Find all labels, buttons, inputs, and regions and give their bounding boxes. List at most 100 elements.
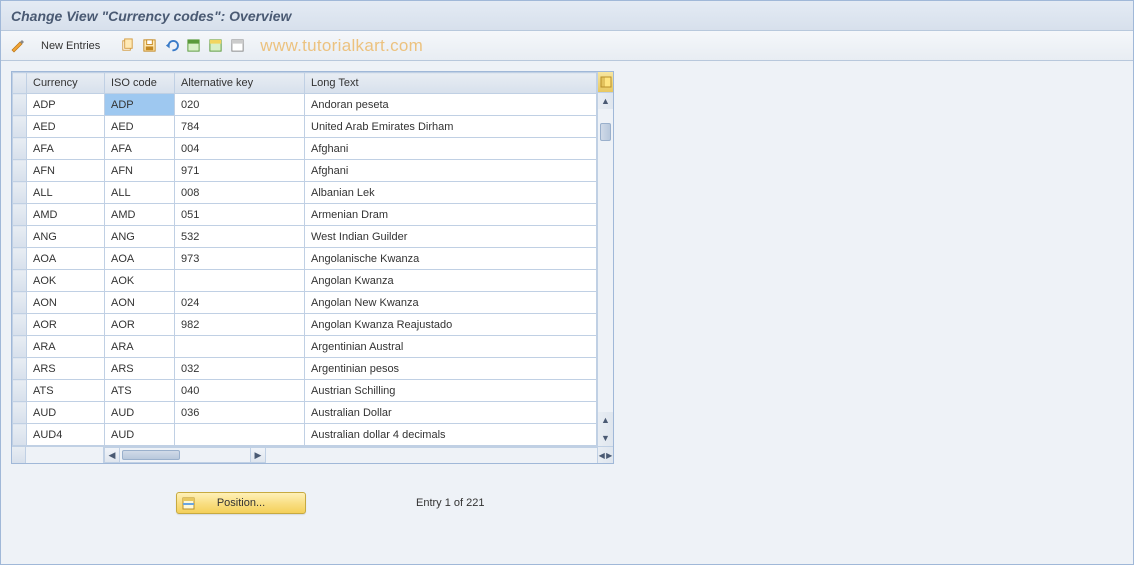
row-selector[interactable] bbox=[13, 292, 27, 314]
vscroll-down-icon[interactable]: ▼ bbox=[598, 430, 613, 446]
cell-iso[interactable]: AFN bbox=[105, 160, 175, 182]
cell-currency[interactable]: ARS bbox=[27, 358, 105, 380]
cell-long[interactable]: Argentinian pesos bbox=[305, 358, 597, 380]
vscroll-thumb[interactable] bbox=[600, 123, 611, 141]
cell-long[interactable]: Angolan Kwanza bbox=[305, 270, 597, 292]
col-iso[interactable]: ISO code bbox=[105, 73, 175, 94]
cell-iso[interactable]: AUD bbox=[105, 424, 175, 446]
cell-iso[interactable]: AFA bbox=[105, 138, 175, 160]
row-selector-header[interactable] bbox=[13, 73, 27, 94]
cell-currency[interactable]: ALL bbox=[27, 182, 105, 204]
cell-iso[interactable]: AUD bbox=[105, 402, 175, 424]
cell-alt[interactable] bbox=[175, 270, 305, 292]
cell-alt[interactable]: 532 bbox=[175, 226, 305, 248]
col-long[interactable]: Long Text bbox=[305, 73, 597, 94]
hscroll-track[interactable] bbox=[120, 447, 250, 463]
toggle-display-icon[interactable] bbox=[9, 37, 27, 55]
table-row[interactable]: ALLALL008Albanian Lek bbox=[13, 182, 597, 204]
select-all-icon[interactable] bbox=[184, 37, 202, 55]
cell-alt[interactable] bbox=[175, 336, 305, 358]
copy-icon[interactable] bbox=[118, 37, 136, 55]
table-row[interactable]: AOKAOK Angolan Kwanza bbox=[13, 270, 597, 292]
row-selector[interactable] bbox=[13, 226, 27, 248]
row-selector[interactable] bbox=[13, 270, 27, 292]
row-selector[interactable] bbox=[13, 380, 27, 402]
cell-iso[interactable]: AMD bbox=[105, 204, 175, 226]
cell-long[interactable]: West Indian Guilder bbox=[305, 226, 597, 248]
cell-alt[interactable]: 036 bbox=[175, 402, 305, 424]
cell-currency[interactable]: ARA bbox=[27, 336, 105, 358]
hscroll-right-icon[interactable]: ▶ bbox=[250, 447, 266, 463]
row-selector[interactable] bbox=[13, 204, 27, 226]
table-row[interactable]: ARSARS032Argentinian pesos bbox=[13, 358, 597, 380]
cell-long[interactable]: Angolanische Kwanza bbox=[305, 248, 597, 270]
col-alt[interactable]: Alternative key bbox=[175, 73, 305, 94]
cell-iso[interactable]: ALL bbox=[105, 182, 175, 204]
cell-iso[interactable]: AON bbox=[105, 292, 175, 314]
cell-alt[interactable]: 004 bbox=[175, 138, 305, 160]
row-selector[interactable] bbox=[13, 160, 27, 182]
table-row[interactable]: AUD4AUD Australian dollar 4 decimals bbox=[13, 424, 597, 446]
cell-currency[interactable]: AFN bbox=[27, 160, 105, 182]
cell-iso[interactable]: ARA bbox=[105, 336, 175, 358]
cell-alt[interactable]: 971 bbox=[175, 160, 305, 182]
cell-long[interactable]: Argentinian Austral bbox=[305, 336, 597, 358]
cell-currency[interactable]: AED bbox=[27, 116, 105, 138]
row-selector[interactable] bbox=[13, 336, 27, 358]
cell-currency[interactable]: AUD bbox=[27, 402, 105, 424]
cell-currency[interactable]: AMD bbox=[27, 204, 105, 226]
cell-iso[interactable]: AOA bbox=[105, 248, 175, 270]
cell-long[interactable]: Australian Dollar bbox=[305, 402, 597, 424]
cell-long[interactable]: Albanian Lek bbox=[305, 182, 597, 204]
save-icon[interactable] bbox=[140, 37, 158, 55]
cell-alt[interactable]: 784 bbox=[175, 116, 305, 138]
position-button[interactable]: Position... bbox=[176, 492, 306, 514]
cell-alt[interactable] bbox=[175, 424, 305, 446]
cell-long[interactable]: Afghani bbox=[305, 138, 597, 160]
cell-iso[interactable]: ATS bbox=[105, 380, 175, 402]
cell-currency[interactable]: ATS bbox=[27, 380, 105, 402]
cell-long[interactable]: Angolan New Kwanza bbox=[305, 292, 597, 314]
select-block-icon[interactable] bbox=[206, 37, 224, 55]
row-selector[interactable] bbox=[13, 402, 27, 424]
cell-long[interactable]: Andoran peseta bbox=[305, 94, 597, 116]
cell-currency[interactable]: AOK bbox=[27, 270, 105, 292]
row-selector[interactable] bbox=[13, 94, 27, 116]
cell-alt[interactable]: 051 bbox=[175, 204, 305, 226]
cell-iso[interactable]: ARS bbox=[105, 358, 175, 380]
cell-long[interactable]: Afghani bbox=[305, 160, 597, 182]
deselect-all-icon[interactable] bbox=[228, 37, 246, 55]
undo-icon[interactable] bbox=[162, 37, 180, 55]
cell-alt[interactable]: 973 bbox=[175, 248, 305, 270]
table-row[interactable]: ARAARA Argentinian Austral bbox=[13, 336, 597, 358]
table-row[interactable]: AFNAFN971Afghani bbox=[13, 160, 597, 182]
row-selector[interactable] bbox=[13, 248, 27, 270]
table-row[interactable]: ADPADP020Andoran peseta bbox=[13, 94, 597, 116]
vscroll-up2-icon[interactable]: ▲ bbox=[598, 412, 613, 428]
cell-alt[interactable]: 032 bbox=[175, 358, 305, 380]
cell-iso[interactable]: AOK bbox=[105, 270, 175, 292]
cell-currency[interactable]: AOA bbox=[27, 248, 105, 270]
col-currency[interactable]: Currency bbox=[27, 73, 105, 94]
table-row[interactable]: ATSATS040Austrian Schilling bbox=[13, 380, 597, 402]
row-selector[interactable] bbox=[13, 314, 27, 336]
cell-currency[interactable]: ANG bbox=[27, 226, 105, 248]
cell-iso[interactable]: AOR bbox=[105, 314, 175, 336]
cell-long[interactable]: Austrian Schilling bbox=[305, 380, 597, 402]
cell-iso[interactable]: ADP bbox=[105, 94, 175, 116]
cell-long[interactable]: Angolan Kwanza Reajustado bbox=[305, 314, 597, 336]
cell-currency[interactable]: AOR bbox=[27, 314, 105, 336]
hscroll-thumb[interactable] bbox=[122, 450, 180, 460]
table-row[interactable]: ANGANG532West Indian Guilder bbox=[13, 226, 597, 248]
row-selector[interactable] bbox=[13, 116, 27, 138]
cell-alt[interactable]: 008 bbox=[175, 182, 305, 204]
row-selector[interactable] bbox=[13, 358, 27, 380]
cell-currency[interactable]: AUD4 bbox=[27, 424, 105, 446]
cell-alt[interactable]: 020 bbox=[175, 94, 305, 116]
row-selector[interactable] bbox=[13, 182, 27, 204]
table-row[interactable]: AOAAOA973Angolanische Kwanza bbox=[13, 248, 597, 270]
hscroll-page-right-icon[interactable]: ▶ bbox=[606, 451, 612, 460]
cell-long[interactable]: Australian dollar 4 decimals bbox=[305, 424, 597, 446]
table-row[interactable]: AFAAFA004Afghani bbox=[13, 138, 597, 160]
table-row[interactable]: AUDAUD036Australian Dollar bbox=[13, 402, 597, 424]
